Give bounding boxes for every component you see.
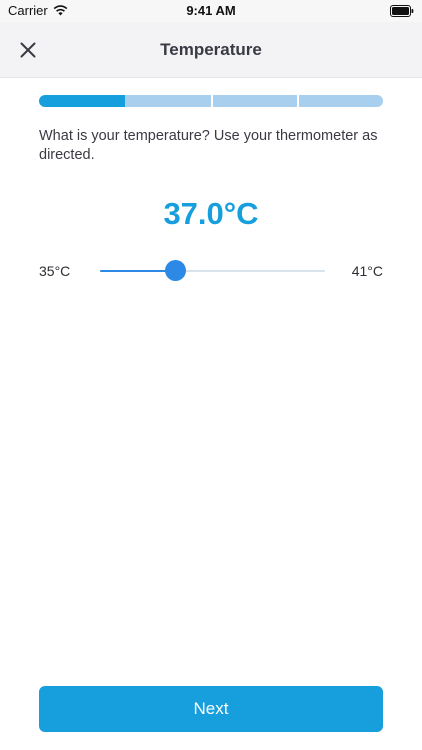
temperature-slider-row: 35°C 41°C <box>0 260 422 282</box>
slider-thumb[interactable] <box>164 260 186 281</box>
progress-step-divider <box>297 95 299 107</box>
slider-track-fill <box>100 270 175 272</box>
status-time: 9:41 AM <box>186 3 236 18</box>
status-bar: Carrier 9:41 AM <box>0 0 422 22</box>
slider-max-label: 41°C <box>351 263 383 279</box>
progress-step-divider <box>211 95 213 107</box>
page-title: Temperature <box>160 40 262 59</box>
battery-icon <box>390 5 414 17</box>
progress-fill <box>39 95 125 107</box>
temperature-slider[interactable] <box>100 260 325 281</box>
progress-bar <box>39 95 383 107</box>
nav-bar: Temperature <box>0 22 422 78</box>
next-button[interactable]: Next <box>39 686 383 732</box>
temperature-value: 37.0°C <box>163 196 259 231</box>
slider-min-label: 35°C <box>39 263 71 279</box>
question-text: What is your temperature? Use your therm… <box>39 128 378 163</box>
